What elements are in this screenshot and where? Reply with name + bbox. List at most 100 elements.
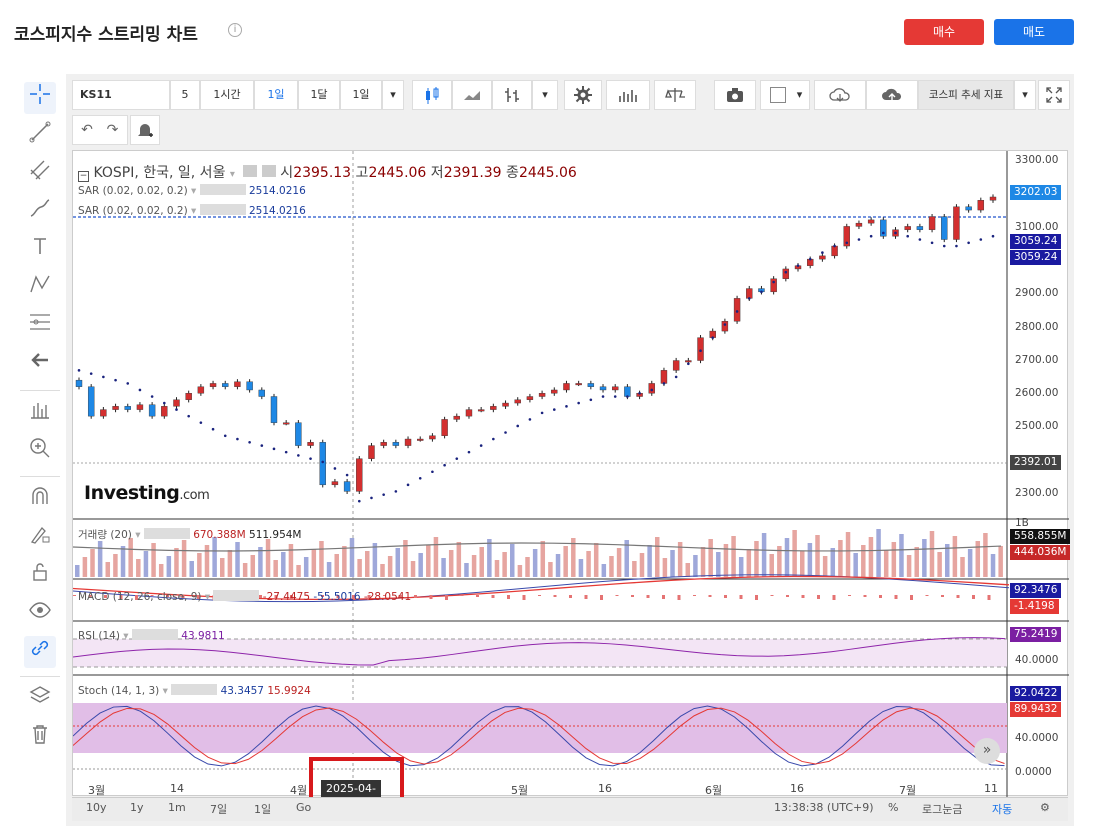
eye-icon[interactable] bbox=[24, 598, 56, 630]
info-icon[interactable]: i bbox=[228, 23, 242, 37]
volume-bar bbox=[448, 550, 454, 577]
chevron-down-icon[interactable]: ▾ bbox=[790, 80, 810, 110]
channel-tool-icon[interactable] bbox=[24, 158, 56, 190]
alert-bell-icon[interactable] bbox=[130, 115, 160, 145]
candle-body bbox=[599, 386, 607, 391]
visibility-toggle-icon[interactable] bbox=[243, 165, 258, 177]
indicators-icon[interactable] bbox=[606, 80, 650, 110]
high-value: 2445.06 bbox=[368, 165, 427, 181]
candle-body bbox=[87, 386, 95, 417]
chevron-down-icon[interactable]: ▾ bbox=[163, 685, 168, 697]
area-chart-icon[interactable] bbox=[452, 80, 492, 110]
candle-body bbox=[270, 396, 278, 423]
sar-dot bbox=[979, 238, 983, 241]
chevron-down-icon[interactable]: ▾ bbox=[135, 529, 140, 541]
chevron-down-icon[interactable]: ▾ bbox=[123, 630, 128, 642]
trash-icon[interactable] bbox=[24, 722, 56, 754]
collapse-icon[interactable]: − bbox=[78, 171, 89, 182]
fullscreen-icon[interactable] bbox=[1038, 80, 1070, 110]
redo-icon[interactable]: ↷ bbox=[98, 115, 128, 145]
chevron-down-icon[interactable]: ▾ bbox=[532, 80, 558, 110]
settings-toggle-icon[interactable] bbox=[261, 165, 276, 177]
volume-bar bbox=[868, 537, 874, 577]
range-10y[interactable]: 10y bbox=[86, 801, 107, 814]
candle-body bbox=[953, 206, 960, 240]
indicator-controls-icon[interactable] bbox=[143, 528, 190, 539]
chart-canvas[interactable] bbox=[72, 150, 1069, 797]
bar-chart-icon[interactable] bbox=[492, 80, 532, 110]
macd-histogram-bar bbox=[491, 595, 495, 598]
sell-button[interactable]: 매도 bbox=[994, 19, 1074, 45]
range-1d[interactable]: 1일 bbox=[254, 801, 271, 817]
sar-dot bbox=[138, 388, 142, 392]
candle-body bbox=[514, 399, 521, 404]
interval-1m[interactable]: 1달 bbox=[298, 80, 340, 110]
chevron-down-icon[interactable]: ▾ bbox=[191, 205, 196, 217]
go-to-date[interactable]: Go bbox=[296, 801, 311, 814]
cloud-download-icon[interactable] bbox=[814, 80, 866, 110]
macd-histogram-bar bbox=[941, 595, 944, 597]
interval-1d[interactable]: 1일 bbox=[254, 80, 298, 110]
volume-bar bbox=[220, 558, 225, 577]
volume-bar bbox=[471, 555, 477, 577]
layers-icon[interactable] bbox=[24, 684, 56, 716]
interval-1h[interactable]: 1시간 bbox=[200, 80, 254, 110]
fibonacci-tool-icon[interactable] bbox=[24, 310, 56, 342]
interval-select[interactable]: 1일 bbox=[340, 80, 382, 110]
volume-bar bbox=[532, 549, 538, 577]
cloud-upload-icon[interactable] bbox=[866, 80, 918, 110]
candle-body bbox=[246, 381, 253, 391]
scroll-to-latest-icon[interactable]: » bbox=[974, 738, 1000, 764]
macd-histogram-bar bbox=[476, 595, 479, 597]
link-icon[interactable] bbox=[24, 636, 56, 668]
pattern-tool-icon[interactable] bbox=[24, 272, 56, 304]
main-series-name: KOSPI, 한국, 일, 서울 bbox=[93, 165, 226, 181]
percent-scale-toggle[interactable]: % bbox=[888, 801, 898, 814]
time-axis-tick: 6월 bbox=[705, 784, 723, 797]
measure-tool-icon[interactable] bbox=[24, 398, 56, 430]
volume-bar bbox=[197, 553, 202, 577]
buy-button[interactable]: 매수 bbox=[904, 19, 984, 45]
symbol-input[interactable]: KS11 bbox=[72, 80, 170, 110]
sar-dot bbox=[577, 401, 580, 405]
compare-scale-icon[interactable] bbox=[654, 80, 696, 110]
range-1y[interactable]: 1y bbox=[130, 801, 144, 814]
indicator-controls-icon[interactable] bbox=[171, 684, 218, 695]
chevron-down-icon[interactable]: ▾ bbox=[191, 185, 196, 197]
magnet-icon[interactable] bbox=[24, 484, 56, 516]
text-tool-icon[interactable] bbox=[24, 234, 56, 266]
volume-bar bbox=[75, 565, 80, 577]
back-arrow-icon[interactable] bbox=[24, 348, 56, 380]
sar-dot bbox=[967, 241, 970, 245]
gear-icon[interactable] bbox=[564, 80, 602, 110]
candlestick-icon[interactable] bbox=[412, 80, 452, 110]
indicator-controls-icon[interactable] bbox=[199, 184, 246, 195]
candle-body bbox=[648, 383, 655, 394]
indicator-controls-icon[interactable] bbox=[213, 590, 260, 601]
chevron-down-icon[interactable]: ▾ bbox=[382, 80, 404, 110]
chevron-down-icon[interactable]: ▾ bbox=[1014, 80, 1036, 110]
zoom-in-icon[interactable] bbox=[24, 436, 56, 468]
chevron-down-icon[interactable]: ▾ bbox=[205, 591, 210, 603]
indicator-controls-icon[interactable] bbox=[199, 204, 246, 215]
chevron-down-icon[interactable]: ▾ bbox=[230, 169, 235, 180]
range-1m[interactable]: 1m bbox=[168, 801, 186, 814]
time-axis-tick: 16 bbox=[598, 782, 612, 795]
camera-icon[interactable] bbox=[714, 80, 756, 110]
range-7d[interactable]: 7일 bbox=[210, 801, 227, 817]
candle-body bbox=[867, 219, 875, 224]
indicator-controls-icon[interactable] bbox=[131, 629, 178, 640]
template-select[interactable]: 코스피 추세 지표 bbox=[918, 80, 1014, 110]
time-axis-tick: 11 bbox=[984, 782, 998, 795]
crosshair-tool-icon[interactable] bbox=[24, 82, 56, 114]
volume-bar bbox=[754, 541, 759, 577]
log-scale-toggle[interactable]: 로그눈금 bbox=[922, 801, 962, 817]
interval-5[interactable]: 5 bbox=[170, 80, 200, 110]
gear-icon[interactable]: ⚙ bbox=[1040, 801, 1050, 814]
volume-bar bbox=[563, 546, 568, 577]
brush-tool-icon[interactable] bbox=[24, 196, 56, 228]
trendline-tool-icon[interactable] bbox=[24, 120, 56, 152]
lock-drawing-icon[interactable] bbox=[24, 522, 56, 554]
auto-scale-toggle[interactable]: 자동 bbox=[992, 801, 1012, 817]
unlock-icon[interactable] bbox=[24, 560, 56, 592]
